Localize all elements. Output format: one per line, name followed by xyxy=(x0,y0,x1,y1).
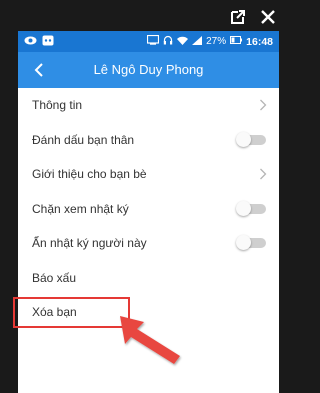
wifi-icon xyxy=(177,36,189,48)
menu-item-label: Đánh dấu bạn thân xyxy=(32,132,135,147)
menu-item-hide-diary: Ẩn nhật ký người này xyxy=(18,226,279,261)
chevron-right-icon xyxy=(260,99,267,111)
page-title: Lê Ngô Duy Phong xyxy=(93,62,204,77)
status-time: 16:48 xyxy=(246,35,273,48)
block-diary-toggle[interactable] xyxy=(236,200,266,216)
menu-item-best-friend: Đánh dấu bạn thân xyxy=(18,123,279,158)
toggle-knob xyxy=(236,131,251,147)
menu-item-label: Thông tin xyxy=(32,98,83,113)
toggle-knob xyxy=(236,235,251,251)
chevron-right-icon xyxy=(260,168,267,180)
battery-percent: 27% xyxy=(206,36,227,47)
menu-item-label: Ẩn nhật ký người này xyxy=(32,236,147,251)
menu-item-report[interactable]: Báo xấu xyxy=(18,261,279,296)
app-notification-icon xyxy=(42,35,54,49)
headset-icon xyxy=(163,35,173,48)
menu-item-label: Chặn xem nhật ký xyxy=(32,201,129,216)
close-icon[interactable] xyxy=(257,6,279,28)
frame-toolbar xyxy=(227,6,279,28)
device-frame: 27% 16:48 Lê Ngô Duy Phong Thông tin Đán… xyxy=(0,0,293,393)
external-link-icon[interactable] xyxy=(227,6,249,28)
menu-item-label: Giới thiệu cho bạn bè xyxy=(32,167,147,182)
app-header: Lê Ngô Duy Phong xyxy=(18,52,279,88)
toggle-knob xyxy=(236,200,251,216)
status-bar: 27% 16:48 xyxy=(18,31,279,52)
menu-item-introduce[interactable]: Giới thiệu cho bạn bè xyxy=(18,157,279,192)
menu-item-block-diary: Chặn xem nhật ký xyxy=(18,192,279,227)
menu-item-info[interactable]: Thông tin xyxy=(18,88,279,123)
hide-diary-toggle[interactable] xyxy=(236,235,266,251)
signal-icon xyxy=(192,35,203,48)
best-friend-toggle[interactable] xyxy=(236,131,266,147)
menu-item-label: Báo xấu xyxy=(32,270,77,285)
pointer-arrow-icon xyxy=(120,316,180,364)
eye-icon xyxy=(24,36,37,48)
friend-options-menu: Thông tin Đánh dấu bạn thân Giới thiệu c… xyxy=(18,88,279,330)
screen-icon xyxy=(147,34,160,48)
battery-icon xyxy=(230,36,243,47)
